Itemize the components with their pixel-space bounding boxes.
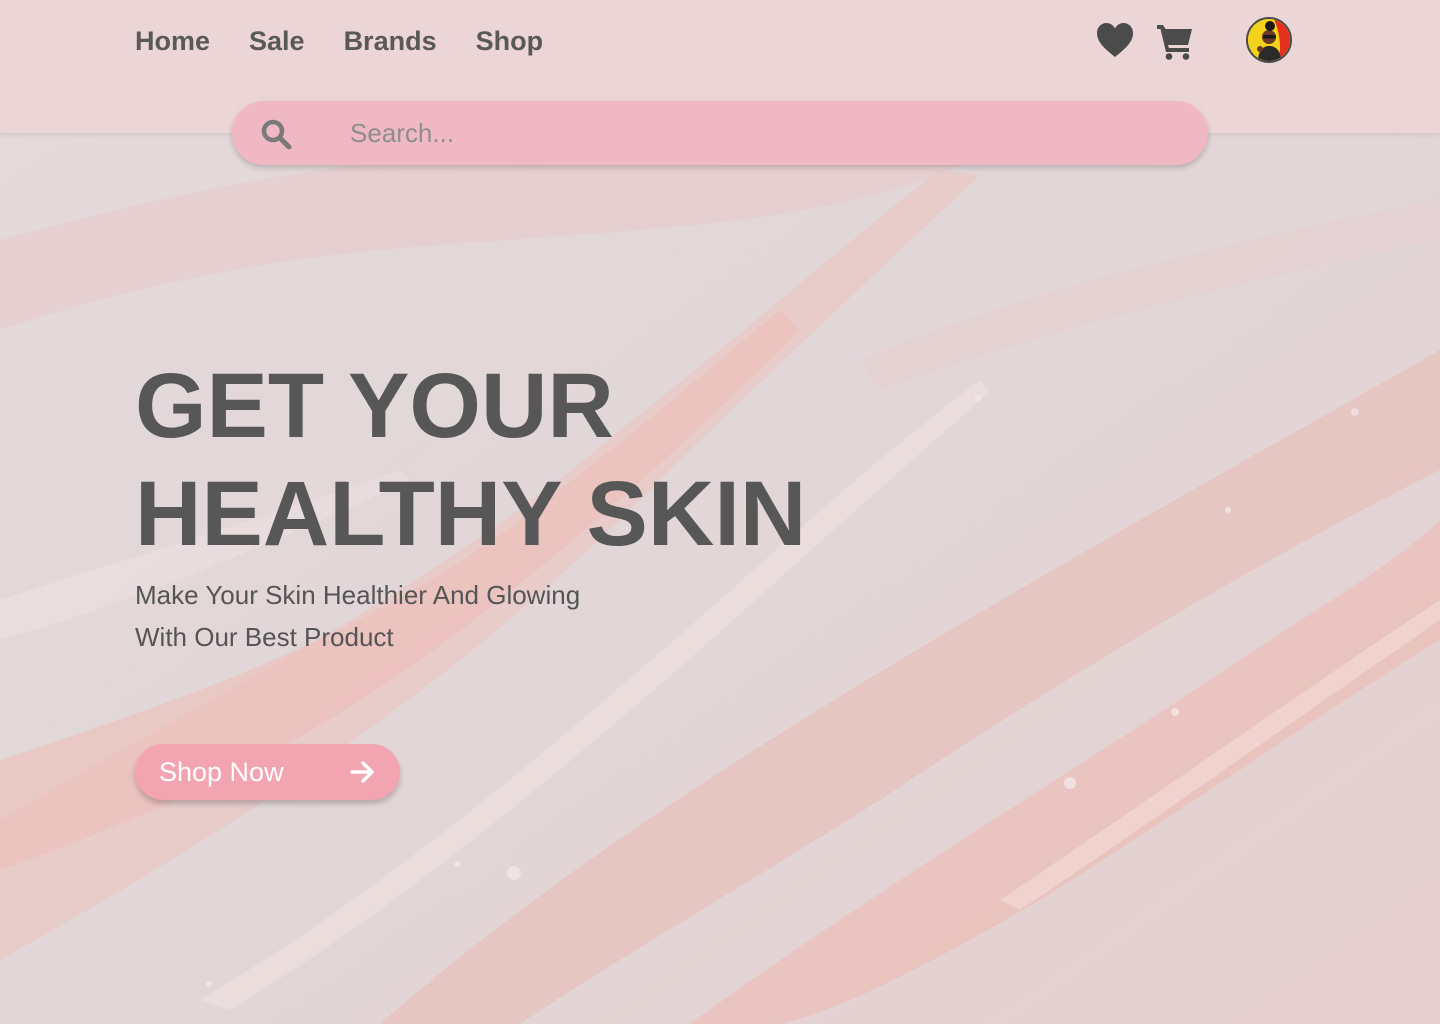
hero-title-line-1: GET YOUR [135,355,614,457]
main-nav: Home Sale Brands Shop [135,22,582,60]
nav-shop-link[interactable]: Shop [476,22,544,60]
hero-subtitle: Make Your Skin Healthier And Glowing Wit… [135,574,695,658]
search-input[interactable] [350,111,1170,155]
shop-now-label: Shop Now [159,757,284,787]
header-icons [1096,17,1292,64]
search-bar [232,101,1208,165]
wishlist-button[interactable] [1096,19,1134,63]
hero-subtitle-line-2: With Our Best Product [135,622,394,652]
nav-home-link[interactable]: Home [135,22,210,60]
nav-sale-link[interactable]: Sale [249,22,305,60]
hero-subtitle-line-1: Make Your Skin Healthier And Glowing [135,580,581,610]
avatar[interactable] [1246,17,1292,63]
nav-brands-link[interactable]: Brands [344,22,437,60]
arrow-right-icon [350,761,374,783]
hero-title-line-2: HEALTHY SKIN [135,463,807,565]
user-avatar-image [1248,19,1290,61]
cart-icon [1157,25,1192,60]
heart-icon [1097,23,1133,57]
search-icon[interactable] [260,118,292,150]
cart-button[interactable] [1156,19,1194,63]
shop-now-button[interactable]: Shop Now [135,744,400,800]
hero-title: GET YOUR HEALTHY SKIN [135,352,895,568]
